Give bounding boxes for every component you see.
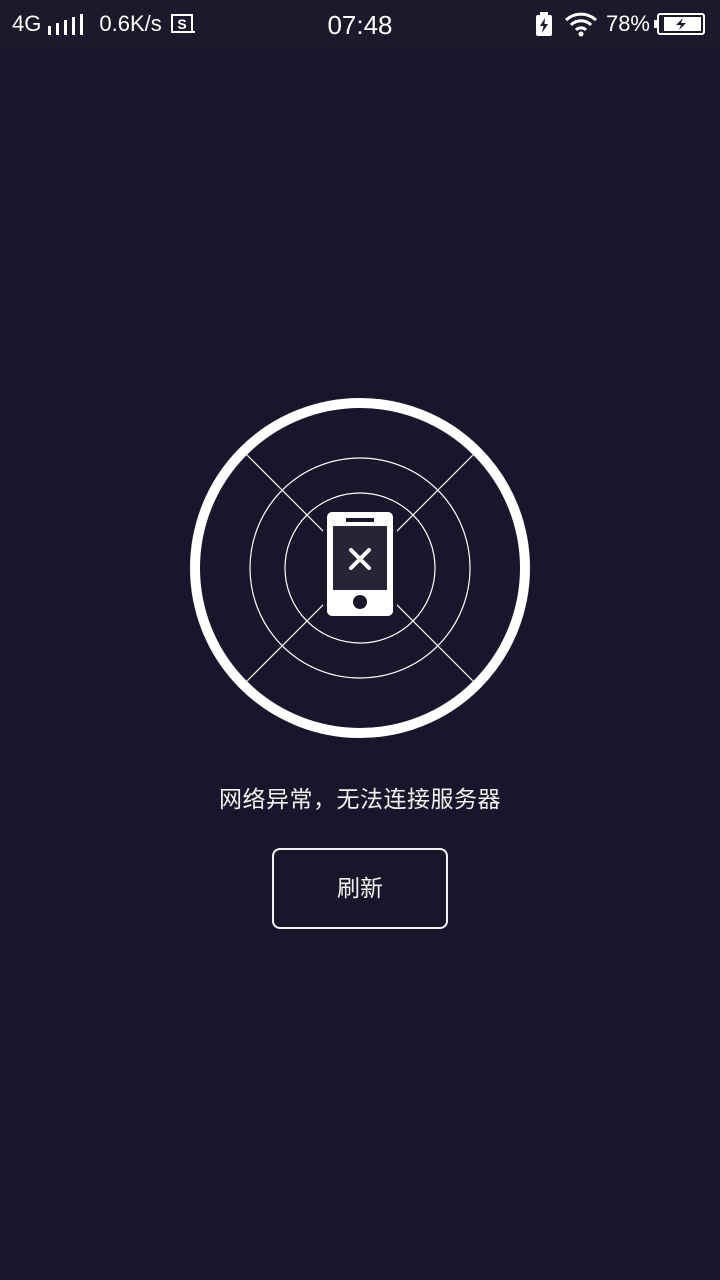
refresh-button[interactable]: 刷新	[272, 848, 448, 929]
screenshot-s-icon: S	[170, 12, 196, 36]
battery-percent-label: 78%	[605, 11, 650, 36]
svg-text:S: S	[177, 16, 186, 32]
data-speed-label: 0.6K/s	[99, 11, 162, 36]
signal-bars-icon	[47, 12, 84, 36]
network-type-label: 4G	[12, 11, 42, 36]
phone-disconnected-icon	[323, 508, 397, 632]
battery-saver-icon	[534, 11, 554, 37]
battery-charging-icon	[654, 12, 706, 36]
status-bar-left: 4G 0.6K/s S	[12, 0, 359, 48]
network-error-illustration	[190, 398, 530, 738]
status-bar: 4G 0.6K/s S 07:48 78%	[0, 0, 720, 48]
status-bar-right: 78%	[359, 0, 706, 48]
error-message: 网络异常，无法连接服务器	[219, 787, 501, 813]
wifi-icon	[564, 11, 598, 37]
